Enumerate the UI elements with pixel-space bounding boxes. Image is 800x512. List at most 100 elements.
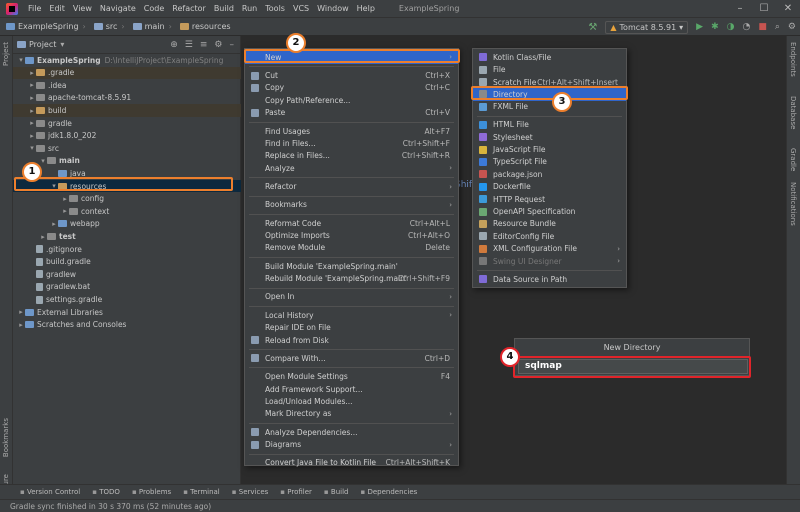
project-panel-title[interactable]: Project [29, 40, 56, 49]
menu-item-typescript-file[interactable]: TypeScript File [473, 156, 626, 169]
breadcrumb-item[interactable]: src › [88, 22, 127, 31]
notifications-tool-tab[interactable]: Notifications [789, 182, 797, 226]
build-hammer-icon[interactable]: ⚒ [588, 22, 597, 33]
menu-item-find-in-files[interactable]: Find in Files... Ctrl+Shift+F [245, 137, 458, 150]
menu-item-repair-ide-on-file[interactable]: Repair IDE on File [245, 321, 458, 334]
menu-item-copy[interactable]: Copy Ctrl+C [245, 82, 458, 95]
endpoints-tool-tab[interactable]: Endpoints [789, 42, 797, 77]
gradle-tool-tab[interactable]: Gradle [789, 148, 797, 171]
menu-item-data-source-in-path[interactable]: Data Source in Path [473, 273, 626, 286]
expand-all-icon[interactable]: ☰ [185, 40, 193, 50]
tree-item-build[interactable]: ▸ build [13, 104, 241, 117]
menu-item-reload-from-disk[interactable]: Reload from Disk [245, 334, 458, 347]
tree-item-external-libraries[interactable]: ▸ External Libraries [13, 306, 241, 318]
tree-item-gradle[interactable]: ▸ .gradle [13, 66, 241, 79]
expand-arrow-icon[interactable]: ▸ [28, 119, 36, 127]
menu-refactor[interactable]: Refactor [168, 4, 210, 13]
expand-arrow-icon[interactable]: ▸ [50, 220, 58, 228]
stop-icon[interactable]: ■ [758, 22, 767, 32]
expand-arrow-icon[interactable]: ▸ [17, 308, 25, 316]
breadcrumb-item[interactable]: resources [174, 22, 233, 31]
menu-item-html-file[interactable]: HTML File [473, 119, 626, 132]
tool-tab-build[interactable]: ▪ Build [324, 488, 349, 496]
menu-vcs[interactable]: VCS [289, 4, 313, 13]
expand-arrow-icon[interactable]: ▸ [61, 207, 69, 215]
hide-icon[interactable]: – [230, 40, 235, 50]
menu-item-resource-bundle[interactable]: Resource Bundle [473, 218, 626, 231]
menu-item-http-request[interactable]: HTTP Request [473, 193, 626, 206]
tree-item-gradlew-bat[interactable]: gradlew.bat [13, 281, 241, 293]
collapse-all-icon[interactable]: ≡ [200, 40, 208, 50]
menu-item-find-usages[interactable]: Find Usages Alt+F7 [245, 125, 458, 138]
menu-item-local-history[interactable]: Local History › [245, 309, 458, 322]
expand-arrow-icon[interactable]: ▾ [39, 157, 47, 165]
tree-item-idea[interactable]: ▸ .idea [13, 79, 241, 91]
tree-item-src[interactable]: ▾ src [13, 142, 241, 154]
tool-tab-dependencies[interactable]: ▪ Dependencies [360, 488, 417, 496]
menu-item-diagrams[interactable]: Diagrams › [245, 438, 458, 451]
menu-item-remove-module[interactable]: Remove Module Delete [245, 242, 458, 255]
project-tool-tab[interactable]: Project [2, 42, 10, 66]
menu-item-bookmarks[interactable]: Bookmarks › [245, 199, 458, 212]
maximize-icon[interactable]: ☐ [752, 0, 776, 18]
menu-item-fxml-file[interactable]: FXML File [473, 101, 626, 114]
expand-arrow-icon[interactable]: ▸ [17, 321, 25, 329]
tree-item-gitignore[interactable]: .gitignore [13, 243, 241, 255]
tool-tab-terminal[interactable]: ▪ Terminal [183, 488, 220, 496]
tree-item-examplespring[interactable]: ▾ ExampleSpring D:\IntelliJProject\Example… [13, 54, 241, 66]
menu-item-copy-path-reference[interactable]: Copy Path/Reference... [245, 94, 458, 107]
menu-item-analyze[interactable]: Analyze › [245, 162, 458, 175]
profile-icon[interactable]: ◔ [743, 22, 751, 32]
run-config-select[interactable]: ▲ Tomcat 8.5.91 ▾ [605, 20, 689, 34]
menu-edit[interactable]: Edit [45, 4, 69, 13]
menu-item-refactor[interactable]: Refactor › [245, 180, 458, 193]
menu-item-compare-with[interactable]: Compare With... Ctrl+D [245, 352, 458, 365]
menu-item-openapi-specification[interactable]: OpenAPI Specification [473, 205, 626, 218]
close-icon[interactable]: ✕ [776, 0, 800, 18]
coverage-icon[interactable]: ◑ [727, 22, 735, 32]
tree-item-context[interactable]: ▸ context [13, 205, 241, 217]
menu-item-kotlin-class-file[interactable]: Kotlin Class/File [473, 51, 626, 64]
expand-arrow-icon[interactable]: ▸ [28, 94, 36, 102]
expand-arrow-icon[interactable]: ▾ [17, 56, 25, 64]
tree-item-gradlew[interactable]: gradlew [13, 268, 241, 280]
menu-item-mark-directory-as[interactable]: Mark Directory as › [245, 408, 458, 421]
breadcrumb-item[interactable]: ExampleSpring › [0, 22, 88, 31]
menu-item-editorconfig-file[interactable]: EditorConfig File [473, 230, 626, 243]
menu-code[interactable]: Code [140, 4, 168, 13]
menu-item-convert-java-file-to-kotlin-file[interactable]: Convert Java File to Kotlin File Ctrl+Alt… [245, 457, 458, 470]
tree-item-jdk1-8-0-202[interactable]: ▸ jdk1.8.0_202 [13, 130, 241, 142]
menu-item-package-json[interactable]: package.json [473, 168, 626, 181]
menu-item-optimize-imports[interactable]: Optimize Imports Ctrl+Alt+O [245, 229, 458, 242]
menu-help[interactable]: Help [353, 4, 379, 13]
menu-item-analyze-dependencies[interactable]: Analyze Dependencies... [245, 426, 458, 439]
menu-item-xml-configuration-file[interactable]: XML Configuration File › [473, 243, 626, 256]
menu-item-paste[interactable]: Paste Ctrl+V [245, 107, 458, 120]
search-icon[interactable]: ⌕ [775, 22, 780, 32]
menu-item-cut[interactable]: Cut Ctrl+X [245, 69, 458, 82]
tool-tab-profiler[interactable]: ▪ Profiler [280, 488, 312, 496]
menu-item-dockerfile[interactable]: Dockerfile [473, 181, 626, 194]
breadcrumb-item[interactable]: main › [127, 22, 174, 31]
menu-item-add-framework-support[interactable]: Add Framework Support... [245, 383, 458, 396]
menu-item-open-module-settings[interactable]: Open Module Settings F4 [245, 370, 458, 383]
menu-item-file[interactable]: File [473, 63, 626, 76]
database-tool-tab[interactable]: Database [789, 96, 797, 129]
menu-build[interactable]: Build [210, 4, 238, 13]
menu-item-reformat-code[interactable]: Reformat Code Ctrl+Alt+L [245, 217, 458, 230]
run-icon[interactable]: ▶ [696, 22, 703, 32]
settings-gear-icon[interactable]: ⚙ [788, 22, 796, 32]
tool-tab-services[interactable]: ▪ Services [232, 488, 269, 496]
expand-arrow-icon[interactable]: ▸ [28, 107, 36, 115]
menu-item-load-unload-modules[interactable]: Load/Unload Modules... [245, 395, 458, 408]
chevron-down-icon[interactable]: ▾ [60, 40, 64, 49]
menu-navigate[interactable]: Navigate [96, 4, 140, 13]
tree-item-config[interactable]: ▸ config [13, 193, 241, 205]
menu-view[interactable]: View [69, 4, 96, 13]
tool-tab-problems[interactable]: ▪ Problems [132, 488, 171, 496]
tree-item-apache-tomcat-8-5-91[interactable]: ▸ apache-tomcat-8.5.91 [13, 92, 241, 104]
menu-item-build-module-examplespring-main[interactable]: Build Module 'ExampleSpring.main' [245, 260, 458, 273]
debug-icon[interactable]: ✱ [711, 22, 719, 32]
bookmarks-tool-tab[interactable]: Bookmarks [2, 418, 10, 457]
tree-item-scratches-and-consoles[interactable]: ▸ Scratches and Consoles [13, 319, 241, 331]
